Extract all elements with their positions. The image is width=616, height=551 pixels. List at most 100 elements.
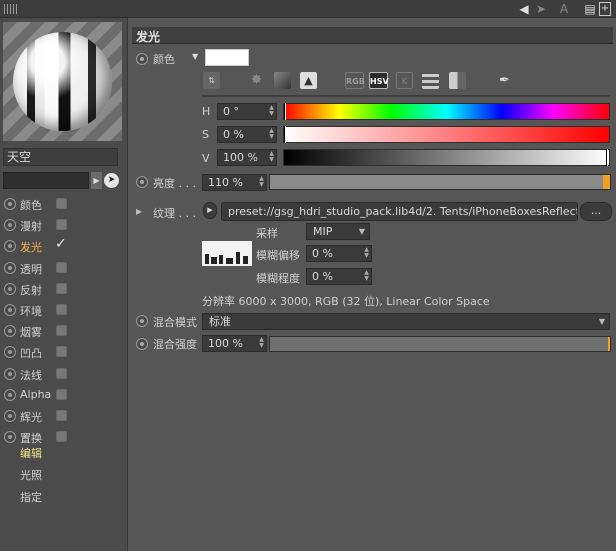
value-field[interactable]: 100 % ▲ ▼ <box>217 149 277 166</box>
mix-strength-slider[interactable] <box>269 336 611 352</box>
pointer-icon[interactable]: ➤ <box>533 2 549 16</box>
blur-scale-field[interactable]: 0 % ▲ ▼ <box>306 268 372 285</box>
channel-label[interactable]: 漫射 <box>20 218 42 234</box>
hue-slider[interactable] <box>283 103 610 120</box>
channel-enable-checkbox[interactable] <box>56 283 67 294</box>
channel-enable-checkbox[interactable] <box>56 219 67 230</box>
channel-row[interactable]: 反射 <box>0 279 128 300</box>
channel-anim-radio[interactable] <box>4 325 16 337</box>
channel-anim-radio[interactable] <box>4 219 16 231</box>
brightness-slider[interactable] <box>269 174 611 190</box>
color-wheel-icon[interactable]: ✸ <box>248 72 265 89</box>
channel-row[interactable]: 烟雾 <box>0 321 128 342</box>
channel-label[interactable]: 环境 <box>20 303 42 319</box>
channel-row[interactable]: 透明 <box>0 258 128 279</box>
rgb-mode-button[interactable]: RGB <box>345 72 365 89</box>
mixer-icon[interactable] <box>422 72 439 89</box>
texture-browse-button[interactable]: ... <box>580 202 612 221</box>
value-spinner-icon[interactable]: ▲ ▼ <box>268 151 275 164</box>
layer-arrow-icon[interactable]: ▶ <box>91 172 102 189</box>
hue-field[interactable]: 0 ° ▲ ▼ <box>217 103 277 120</box>
channel-row[interactable]: 法线 <box>0 364 128 385</box>
hue-spinner-icon[interactable]: ▲ ▼ <box>268 105 275 118</box>
saturation-marker[interactable] <box>284 126 286 143</box>
channel-enable-checkbox[interactable] <box>56 325 67 336</box>
channel-enable-checkbox[interactable] <box>56 368 67 379</box>
blend-mode-dropdown[interactable]: 标准 ▼ <box>202 313 610 330</box>
texture-expand-icon[interactable]: ▶ <box>136 207 142 216</box>
pick-cursor-icon[interactable]: ➤ <box>104 173 119 188</box>
channel-row[interactable]: 凹凸 <box>0 342 128 363</box>
channel-label[interactable]: 置换 <box>20 430 42 446</box>
saturation-field[interactable]: 0 % ▲ ▼ <box>217 126 277 143</box>
channel-row[interactable]: 漫射 <box>0 215 128 236</box>
channel-label[interactable]: 凹凸 <box>20 345 42 361</box>
eyedropper-icon[interactable]: ✒ <box>496 72 513 89</box>
channel-enable-checkbox[interactable] <box>56 198 67 209</box>
channel-anim-radio[interactable] <box>4 431 16 443</box>
kelvin-mode-button[interactable]: K <box>396 72 413 89</box>
swatches-icon[interactable] <box>449 72 466 89</box>
channel-row[interactable]: Alpha <box>0 385 128 406</box>
channel-anim-radio[interactable] <box>4 262 16 274</box>
blur-offset-field[interactable]: 0 % ▲ ▼ <box>306 245 372 262</box>
channel-enabled-check-icon[interactable]: ✓ <box>55 236 67 252</box>
channel-enable-checkbox[interactable] <box>56 431 67 442</box>
channel-row[interactable]: 辉光 <box>0 406 128 427</box>
mix-strength-field[interactable]: 100 % ▲ ▼ <box>202 335 267 352</box>
color-dropdown-icon[interactable]: ▼ <box>192 52 198 61</box>
channel-anim-radio[interactable] <box>4 283 16 295</box>
link-illumination[interactable]: 光照 <box>20 467 42 483</box>
channel-label[interactable]: 发光 <box>20 239 42 255</box>
mix-strength-spinner-icon[interactable]: ▲ ▼ <box>258 337 265 350</box>
texture-path-field[interactable]: preset://gsg_hdri_studio_pack.lib4d/2. T… <box>221 202 578 221</box>
blur-scale-spinner-icon[interactable]: ▲ ▼ <box>363 270 370 283</box>
channel-row[interactable]: 环境 <box>0 300 128 321</box>
value-marker[interactable] <box>606 149 608 166</box>
brightness-field[interactable]: 110 % ▲ ▼ <box>202 174 267 191</box>
texture-thumbnail[interactable] <box>202 241 252 266</box>
spectrum-icon[interactable] <box>274 72 291 89</box>
channel-row[interactable]: 发光 ✓ <box>0 236 128 257</box>
layer-field[interactable] <box>3 172 89 189</box>
link-edit[interactable]: 编辑 <box>20 445 42 461</box>
channel-enable-checkbox[interactable] <box>56 304 67 315</box>
channel-label[interactable]: 颜色 <box>20 197 42 213</box>
material-name-field[interactable]: 天空 <box>3 148 118 166</box>
material-preview[interactable] <box>3 22 122 141</box>
channel-anim-radio[interactable] <box>4 346 16 358</box>
brightness-spinner-icon[interactable]: ▲ ▼ <box>258 176 265 189</box>
hue-marker[interactable] <box>284 103 286 120</box>
channel-anim-radio[interactable] <box>4 410 16 422</box>
text-icon[interactable]: A <box>557 2 571 16</box>
channel-label[interactable]: 法线 <box>20 367 42 383</box>
channel-enable-checkbox[interactable] <box>56 346 67 357</box>
channel-label[interactable]: 烟雾 <box>20 324 42 340</box>
lock-icon[interactable]: ▤ <box>584 2 596 16</box>
channel-anim-radio[interactable] <box>4 304 16 316</box>
blur-offset-spinner-icon[interactable]: ▲ ▼ <box>363 247 370 260</box>
blend-mode-anim-radio[interactable] <box>136 315 148 327</box>
image-picker-icon[interactable]: ▲ <box>300 72 317 89</box>
channel-enable-checkbox[interactable] <box>56 410 67 421</box>
color-picker-mode-icon[interactable]: ⇅ <box>203 72 220 89</box>
channel-label[interactable]: 反射 <box>20 282 42 298</box>
brightness-anim-radio[interactable] <box>136 176 148 188</box>
channel-enable-checkbox[interactable] <box>56 389 67 400</box>
link-assignment[interactable]: 指定 <box>20 489 42 505</box>
channel-label[interactable]: Alpha <box>20 388 51 401</box>
color-anim-radio[interactable] <box>136 53 148 65</box>
back-arrow-icon[interactable]: ◀ <box>517 2 531 16</box>
channel-label[interactable]: 透明 <box>20 261 42 277</box>
saturation-slider[interactable] <box>283 126 610 143</box>
new-window-icon[interactable]: + <box>599 2 611 16</box>
channel-enable-checkbox[interactable] <box>56 262 67 273</box>
texture-menu-button[interactable]: ▶ <box>203 202 217 219</box>
color-swatch[interactable] <box>205 49 249 66</box>
channel-label[interactable]: 辉光 <box>20 409 42 425</box>
value-slider[interactable] <box>283 149 610 166</box>
saturation-spinner-icon[interactable]: ▲ ▼ <box>268 128 275 141</box>
drag-grip-icon[interactable] <box>4 4 18 14</box>
channel-anim-radio[interactable] <box>4 240 16 252</box>
channel-row[interactable]: 颜色 <box>0 194 128 215</box>
